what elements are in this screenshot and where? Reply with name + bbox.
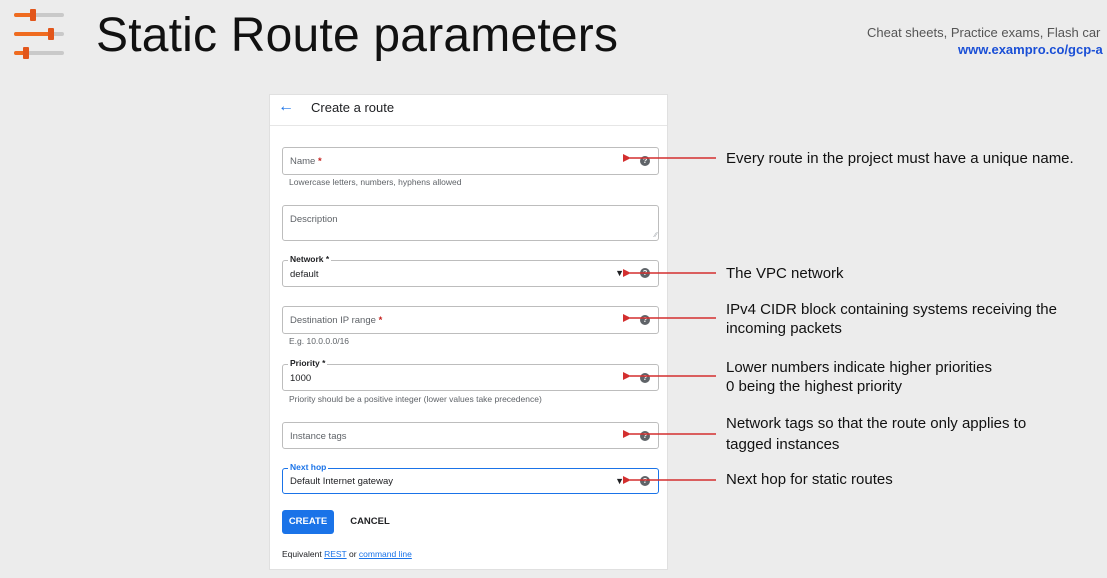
- annotation-next-hop: Next hop for static routes: [726, 471, 893, 488]
- annotation-priority: Lower numbers indicate higher priorities…: [726, 359, 992, 395]
- annotation-destination: IPv4 CIDR block containing systems recei…: [726, 301, 1057, 337]
- annotation-arrows: [623, 154, 716, 484]
- annotation-network: The VPC network: [726, 265, 844, 282]
- annotation-name: Every route in the project must have a u…: [726, 150, 1074, 167]
- annotation-instance-tags: Network tags so that the route only appl…: [726, 415, 1027, 453]
